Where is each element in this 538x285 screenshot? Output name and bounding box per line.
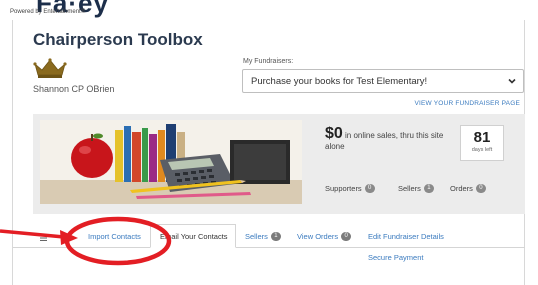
tab-view-orders-label: View Orders	[297, 232, 339, 241]
brand-header: Fa·ey Powered by Entertainment®	[0, 0, 200, 20]
school-supplies-image	[40, 120, 302, 204]
sales-amount: $0	[325, 125, 343, 142]
powered-by-text: Powered by Entertainment®	[10, 9, 86, 15]
days-left-box: 81 days left	[460, 125, 504, 161]
tabs-divider	[13, 247, 525, 248]
tab-sellers-label: Sellers	[245, 232, 268, 241]
content-border-left	[12, 20, 13, 285]
orders-label: Orders	[450, 184, 473, 193]
tab-import-contacts-label: Import Contacts	[88, 232, 141, 241]
tab-edit-details-label: Edit Fundraiser Details	[368, 232, 444, 241]
tab-import-contacts[interactable]: Import Contacts	[88, 232, 141, 241]
sales-text: in online sales, thru this site alone	[325, 131, 444, 151]
tab-secure-payment-label: Secure Payment	[368, 253, 424, 262]
fundraiser-select[interactable]: Purchase your books for Test Elementary!	[242, 69, 524, 93]
tab-sellers-badge: 1	[270, 232, 281, 241]
tab-email-contacts-label: Email Your Contacts	[160, 232, 228, 241]
supporters-count-badge: 0	[364, 184, 375, 193]
list-icon	[40, 235, 47, 241]
tab-secure-payment[interactable]: Secure Payment	[368, 253, 423, 262]
fundraisers-label: My Fundraisers:	[243, 58, 294, 65]
fundraiser-select-value: Purchase your books for Test Elementary!	[251, 76, 428, 87]
orders-counter: Orders 0	[450, 184, 486, 193]
chevron-down-icon	[508, 78, 516, 84]
user-name: Shannon CP OBrien	[33, 84, 115, 94]
annotation-arrow-head	[60, 230, 78, 245]
supporters-counter: Supporters 0	[325, 184, 375, 193]
tab-edit-fundraiser-details[interactable]: Edit Fundraiser Details	[368, 232, 444, 241]
tab-view-orders[interactable]: View Orders 0	[297, 232, 352, 241]
sellers-count-badge: 1	[423, 184, 434, 193]
days-left-label: days left	[471, 147, 493, 153]
page-frame: Fa·ey Powered by Entertainment® Chairper…	[0, 0, 538, 285]
annotation-arrow	[0, 229, 65, 239]
view-fundraiser-page-link[interactable]: VIEW YOUR FUNDRAISER PAGE	[414, 100, 520, 107]
crown-icon	[33, 58, 67, 78]
days-left-value: 81	[473, 129, 491, 146]
sellers-label: Sellers	[398, 184, 421, 193]
sellers-counter: Sellers 1	[398, 184, 434, 193]
supporters-label: Supporters	[325, 184, 362, 193]
tab-sellers[interactable]: Sellers 1	[245, 232, 281, 241]
tab-view-orders-badge: 0	[341, 232, 352, 241]
online-sales-summary: $0 in online sales, thru this site alone	[325, 125, 455, 152]
orders-count-badge: 0	[475, 184, 486, 193]
page-title: Chairperson Toolbox	[33, 30, 203, 49]
